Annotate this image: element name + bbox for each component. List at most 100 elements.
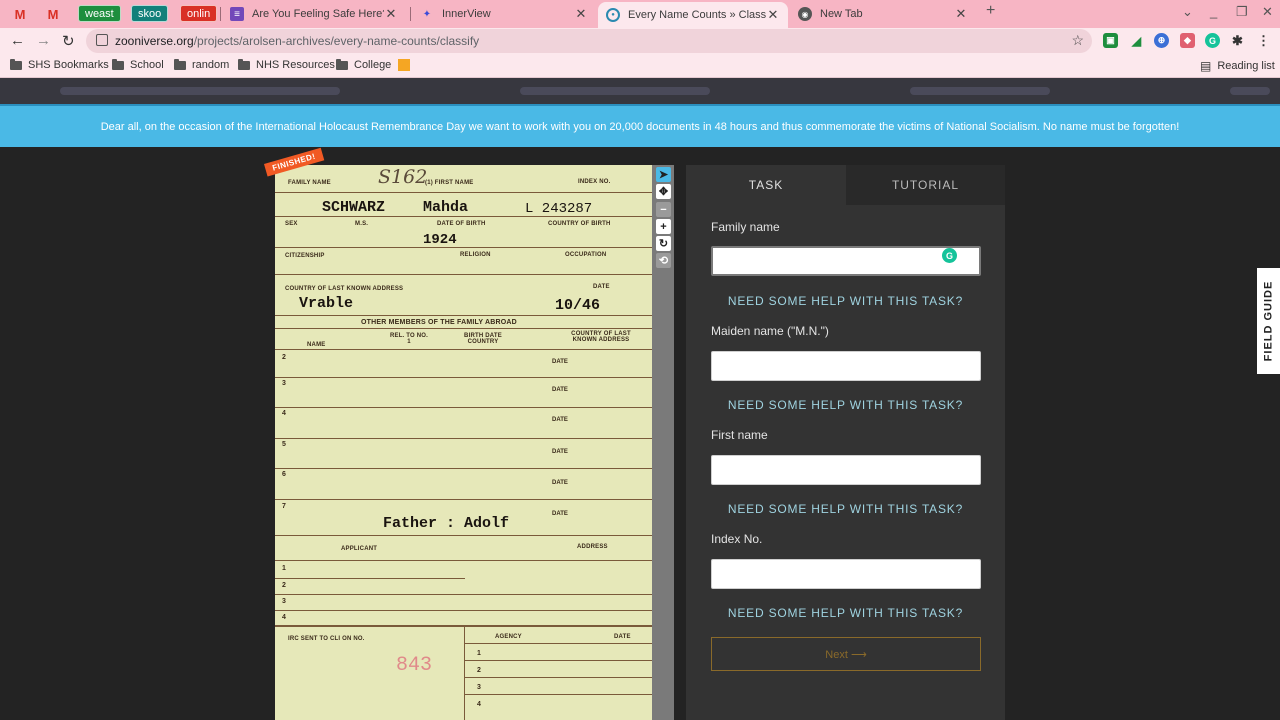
help-link[interactable]: NEED SOME HELP WITH THIS TASK? <box>686 502 1005 516</box>
doc-label: DATE <box>552 480 568 486</box>
doc-family-name: SCHWARZ <box>322 199 386 216</box>
pointer-icon[interactable]: ➤ <box>656 167 671 182</box>
url-text: zooniverse.org/projects/arolsen-archives… <box>115 34 480 48</box>
back-icon[interactable]: ← <box>10 32 25 49</box>
doc-row-number: 3 <box>282 380 286 387</box>
field-guide-tab[interactable]: FIELD GUIDE <box>1257 268 1280 374</box>
reload-icon[interactable]: ↻ <box>62 32 75 50</box>
doc-row-number: 3 <box>282 598 286 605</box>
folder-icon <box>174 58 186 70</box>
doc-date: 10/46 <box>555 297 601 314</box>
doc-label: OCCUPATION <box>565 252 607 258</box>
move-icon[interactable]: ✥ <box>656 184 671 199</box>
document-viewer[interactable]: FAMILY NAME S162 (1) FIRST NAME INDEX NO… <box>275 165 652 720</box>
tab-title: Every Name Counts » Classify — <box>628 9 766 21</box>
tab-forms[interactable]: ≡ Are You Feeling Safe Here? - Goo ✕ <box>222 2 406 26</box>
doc-label: SEX <box>285 221 298 227</box>
maiden-name-label: Maiden name ("M.N.") <box>711 324 829 338</box>
classroom-extension-icon[interactable]: ▣ <box>1103 33 1118 48</box>
bookmark-random[interactable]: random <box>174 58 229 71</box>
first-name-input[interactable] <box>711 455 981 485</box>
grammarly-icon[interactable]: G <box>942 248 957 263</box>
doc-label: DATE <box>552 417 568 423</box>
doc-label: INDEX NO. <box>578 179 611 185</box>
bookmark-nhs[interactable]: NHS Resources <box>238 58 335 71</box>
close-icon[interactable]: ✕ <box>574 6 588 22</box>
folder-icon <box>112 58 124 70</box>
doc-father: Father : Adolf <box>383 515 510 532</box>
doc-row-number: 6 <box>282 471 286 478</box>
tab-task[interactable]: TASK <box>686 165 846 205</box>
pinned-tab-skoo[interactable]: skoo <box>131 5 169 22</box>
minimize-icon[interactable]: _ <box>1210 4 1217 19</box>
doc-label: DATE <box>552 359 568 365</box>
bookmark-label: School <box>130 59 164 71</box>
rotate-icon[interactable]: ↻ <box>656 236 671 251</box>
close-window-icon[interactable]: ✕ <box>1262 4 1273 20</box>
help-link[interactable]: NEED SOME HELP WITH THIS TASK? <box>686 294 1005 308</box>
doc-label: AGENCY <box>495 634 522 640</box>
globe-extension-icon[interactable]: ⊕ <box>1154 33 1169 48</box>
doc-label: ADDRESS <box>577 544 608 550</box>
next-button[interactable]: Next ⟶ <box>711 637 981 671</box>
puzzle-badge-extension-icon[interactable]: ◆ <box>1180 33 1195 48</box>
reading-list-label: Reading list <box>1217 60 1275 72</box>
gmail-icon: M <box>47 6 59 22</box>
bookmark-favicon[interactable] <box>398 59 410 71</box>
new-tab-icon[interactable]: + <box>986 2 995 20</box>
doc-label: RELIGION <box>460 252 491 258</box>
pinned-tab-gmail[interactable]: M <box>9 4 31 24</box>
tab-new-tab[interactable]: ◉ New Tab ✕ <box>790 2 976 26</box>
doc-birth-year: 1924 <box>423 232 457 248</box>
reading-list-button[interactable]: ▤ Reading list <box>1200 59 1275 73</box>
doc-row-number: 4 <box>477 701 481 708</box>
pinned-tab-weast[interactable]: weast <box>78 5 121 22</box>
bookmark-star-icon[interactable]: ☆ <box>1071 32 1084 49</box>
zoom-out-icon[interactable]: − <box>656 202 671 217</box>
close-icon[interactable]: ✕ <box>766 7 780 23</box>
bookmark-shs[interactable]: SHS Bookmarks <box>10 58 109 71</box>
site-info-icon[interactable] <box>96 34 108 46</box>
reading-list-icon: ▤ <box>1200 59 1212 73</box>
maiden-name-input[interactable] <box>711 351 981 381</box>
restore-icon[interactable]: ❐ <box>1236 4 1248 20</box>
extensions-icon[interactable]: ✱ <box>1230 33 1245 48</box>
tab-tutorial[interactable]: TUTORIAL <box>846 165 1005 205</box>
tab-search-icon[interactable]: ⌄ <box>1182 4 1193 20</box>
doc-label: COUNTRY OF LAST KNOWN ADDRESS <box>571 331 631 343</box>
index-no-input[interactable] <box>711 559 981 589</box>
signal-extension-icon[interactable]: ◢ <box>1129 33 1144 48</box>
tab-innerview[interactable]: ✦ InnerView ✕ <box>412 2 596 26</box>
zooniverse-icon: ● <box>606 8 620 22</box>
doc-label: REL. TO NO. 1 <box>389 333 429 345</box>
forward-icon[interactable]: → <box>36 32 51 49</box>
doc-irc-number: 843 <box>396 654 433 677</box>
menu-icon[interactable]: ⋮ <box>1256 33 1271 48</box>
zoom-in-icon[interactable]: + <box>656 219 671 234</box>
task-panel: TASK TUTORIAL Family name G NEED SOME HE… <box>686 165 1005 720</box>
close-icon[interactable]: ✕ <box>954 6 968 22</box>
doc-row-number: 2 <box>282 582 286 589</box>
bookmark-college[interactable]: College <box>336 58 391 71</box>
family-name-input[interactable] <box>711 246 981 276</box>
pinned-tab-onlin[interactable]: onlin <box>180 5 218 22</box>
tab-title: InnerView <box>442 8 491 20</box>
bookmark-site-icon <box>398 59 410 71</box>
help-link[interactable]: NEED SOME HELP WITH THIS TASK? <box>686 398 1005 412</box>
family-name-label: Family name <box>711 220 780 234</box>
help-link[interactable]: NEED SOME HELP WITH THIS TASK? <box>686 606 1005 620</box>
address-bar[interactable]: zooniverse.org/projects/arolsen-archives… <box>86 29 1092 53</box>
doc-label: DATE <box>552 511 568 517</box>
close-icon[interactable]: ✕ <box>384 6 398 22</box>
bookmark-school[interactable]: School <box>112 58 164 71</box>
doc-label: NAME <box>307 342 326 348</box>
doc-label: DATE <box>614 634 631 640</box>
doc-first-name: Mahda <box>423 199 469 216</box>
grammarly-extension-icon[interactable]: G <box>1205 33 1220 48</box>
tab-every-name-counts[interactable]: ● Every Name Counts » Classify — ✕ <box>598 2 788 28</box>
pinned-tab-gmail-2[interactable]: M <box>42 4 64 24</box>
bookmarks-bar: SHS Bookmarks School random NHS Resource… <box>0 54 1280 78</box>
doc-handwritten-code: S162 <box>378 166 428 188</box>
reset-icon[interactable]: ⟲ <box>656 253 671 268</box>
field-guide-label: FIELD GUIDE <box>1262 280 1275 362</box>
